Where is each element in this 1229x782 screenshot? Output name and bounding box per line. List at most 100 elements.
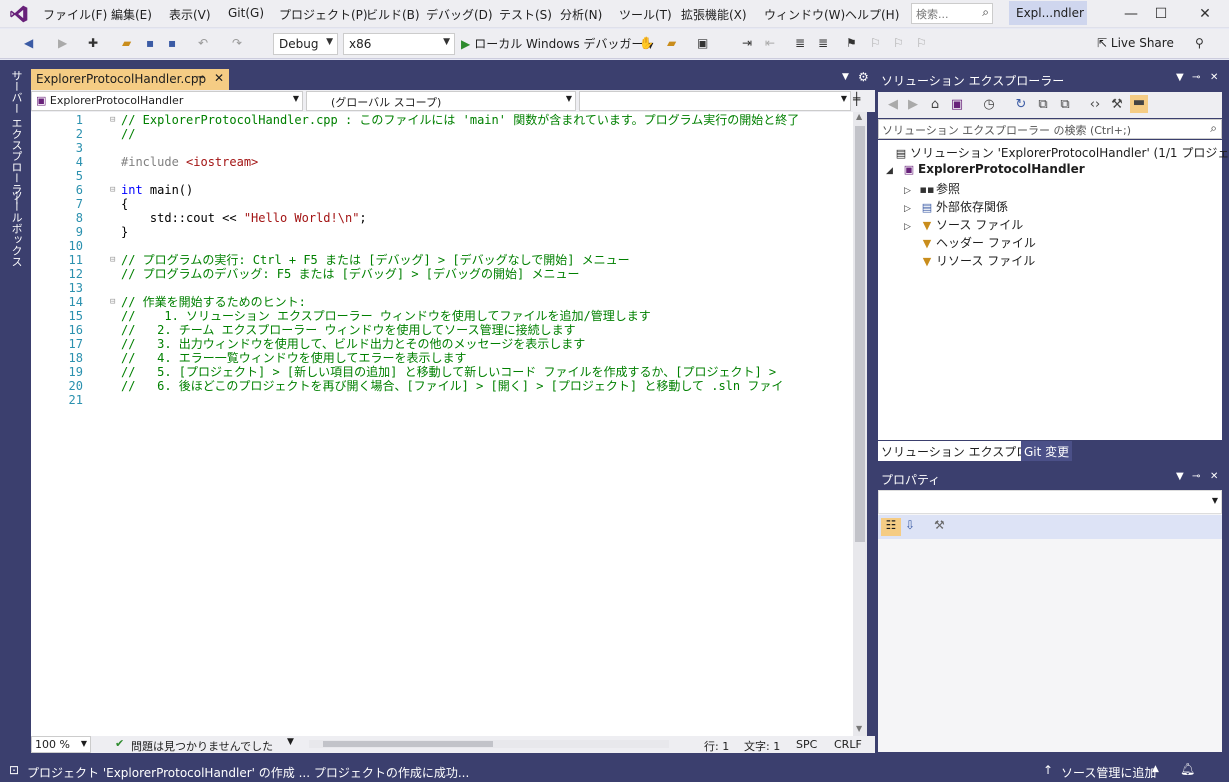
notification-bell-icon[interactable]: 🔔︎ [1180, 762, 1195, 776]
spacing-mode[interactable]: SPC [796, 738, 817, 751]
source-control-button[interactable]: ソース管理に追加 [1061, 764, 1156, 781]
expanded-arrow-icon[interactable]: ◢ [886, 166, 900, 176]
server-explorer-tab[interactable]: サーバー エクスプローラー [8, 70, 24, 206]
bookmark-icon[interactable]: ⚑ [846, 36, 857, 50]
pin-icon[interactable]: ⊸ [1192, 471, 1200, 482]
menu-item[interactable]: ウィンドウ(W) [764, 6, 845, 23]
menu-item[interactable]: 拡張機能(X) [681, 6, 747, 23]
solution-node[interactable]: ▤ ソリューション 'ExplorerProtocolHandler' (1/1 … [892, 144, 1229, 161]
forward-icon[interactable]: ▶ [904, 97, 922, 112]
pin-icon[interactable]: ⊸ [1192, 72, 1200, 83]
properties-wrench-icon[interactable]: ⚒ [1108, 97, 1126, 112]
menu-item[interactable]: ツール(T) [619, 6, 672, 23]
align-icon[interactable]: ⇥ [742, 36, 752, 50]
pin-icon[interactable]: ⊸ [196, 72, 204, 83]
maximize-button[interactable]: ☐ [1146, 3, 1176, 25]
config-select[interactable]: Debug ▼ [273, 33, 338, 55]
save-all-icon[interactable]: ▪ [168, 36, 176, 50]
hscroll-thumb[interactable] [323, 741, 493, 747]
fold-toggle-icon[interactable]: ⊟ [110, 183, 115, 197]
alphabetical-icon[interactable]: ⇩ [905, 518, 915, 532]
tab-git-changes[interactable]: Git 変更 [1021, 441, 1073, 461]
expand-arrow-icon[interactable]: ▷ [904, 186, 918, 196]
dropdown-icon[interactable]: ▼ [1176, 72, 1184, 83]
code-line[interactable]: // 作業を開始するためのヒント: [121, 295, 306, 309]
code-line[interactable]: // ExplorerProtocolHandler.cpp : このファイルに… [121, 113, 799, 127]
scroll-up-icon[interactable]: ▲ [856, 112, 862, 121]
code-line[interactable]: // 3. 出力ウィンドウを使用して、ビルド出力とその他のメッセージを表示します [121, 337, 585, 351]
issues-label[interactable]: 問題は見つかりませんでした [131, 738, 273, 754]
feedback-icon[interactable]: ⚲ [1195, 36, 1204, 50]
code-line[interactable]: // プログラムの実行: Ctrl + F5 または [デバッグ] > [デバッ… [121, 253, 630, 267]
close-icon[interactable]: ✕ [1210, 471, 1218, 482]
line-ending[interactable]: CRLF [834, 738, 862, 751]
minimize-button[interactable]: — [1116, 3, 1146, 25]
menu-item[interactable]: ヘルプ(H) [845, 6, 899, 23]
menu-item[interactable]: デバッグ(D) [426, 6, 493, 23]
tree-item[interactable]: ▼ リソース ファイル [904, 252, 1035, 269]
expand-arrow-icon[interactable]: ▷ [904, 222, 918, 232]
fold-toggle-icon[interactable]: ⊟ [110, 253, 115, 267]
expand-arrow-icon[interactable]: ▷ [904, 204, 918, 214]
code-line[interactable]: } [121, 225, 128, 239]
history-icon[interactable]: ◷ [980, 97, 998, 112]
fold-toggle-icon[interactable]: ⊟ [110, 113, 115, 127]
forward-icon[interactable]: ▶ [58, 36, 67, 50]
preview-selected-icon[interactable]: ▬ [1130, 95, 1148, 113]
code-line[interactable]: int main() [121, 183, 193, 197]
scope-nav-select[interactable]: (グローバル スコープ) ▼ [306, 91, 576, 111]
editor-tab[interactable]: ExplorerProtocolHandler.cpp ⊸ ✕ [31, 69, 229, 90]
issues-dropdown-icon[interactable]: ▼ [287, 737, 294, 747]
member-nav-select[interactable]: ▼ [579, 91, 851, 111]
switch-view-icon[interactable]: ▣ [948, 97, 966, 112]
save-icon[interactable]: ▪ [146, 36, 154, 50]
start-debugging-button[interactable]: ▶ ローカル Windows デバッガー ▼ [461, 35, 653, 52]
close-button[interactable]: ✕ [1190, 3, 1220, 25]
tree-item[interactable]: ▷ ▼ ソース ファイル [904, 216, 1023, 233]
home-icon[interactable]: ⌂ [926, 97, 944, 112]
code-line[interactable]: { [121, 197, 128, 211]
back-icon[interactable]: ◀ [24, 36, 33, 50]
visual-studio-logo-icon[interactable] [8, 4, 30, 24]
code-line[interactable]: // 2. チーム エクスプローラー ウィンドウを使用してソース管理に接続します [121, 323, 576, 337]
redo-icon[interactable]: ↷ [232, 36, 242, 50]
code-line[interactable]: // 5. [プロジェクト] > [新しい項目の追加] と移動して新しいコード … [121, 365, 776, 379]
open-folder-icon[interactable]: ▰ [122, 36, 131, 50]
search-box[interactable]: 検索... ⌕ [911, 3, 993, 24]
code-line[interactable]: #include <iostream> [121, 155, 258, 169]
tree-item[interactable]: ▼ ヘッダー ファイル [904, 234, 1036, 251]
source-control-dropdown-icon[interactable]: ▲ [1152, 764, 1159, 774]
solution-explorer-search[interactable]: ソリューション エクスプローラー の検索 (Ctrl+;) ⌕ [878, 119, 1222, 139]
menu-item[interactable]: テスト(S) [499, 6, 552, 23]
view-code-icon[interactable]: ‹› [1086, 97, 1104, 112]
project-node[interactable]: ◢ ▣ ExplorerProtocolHandler [886, 162, 1085, 176]
horizontal-scrollbar[interactable] [309, 740, 669, 748]
folder-icon[interactable]: ▰ [667, 36, 676, 50]
comment-icon[interactable]: ≣ [795, 36, 805, 50]
new-project-icon[interactable]: ✚ [88, 36, 98, 50]
bookmark-prev-icon[interactable]: ⚐ [870, 36, 881, 50]
code-line[interactable]: std::cout << "Hello World!\n"; [121, 211, 367, 225]
scroll-down-icon[interactable]: ▼ [856, 724, 862, 733]
code-line[interactable]: // プログラムのデバッグ: F5 または [デバッグ] > [デバッグの開始]… [121, 267, 579, 281]
categorized-icon[interactable]: ☷ [881, 518, 901, 536]
collapse-all-icon[interactable]: ⧉ [1034, 97, 1052, 112]
properties-object-select[interactable]: ▼ [878, 490, 1222, 514]
platform-select[interactable]: x86 ▼ [343, 33, 455, 55]
menu-item[interactable]: 編集(E) [111, 6, 152, 23]
dropdown-icon[interactable]: ▼ [1176, 471, 1184, 482]
fold-toggle-icon[interactable]: ⊟ [110, 295, 115, 309]
undo-icon[interactable]: ↶ [198, 36, 208, 50]
zoom-select[interactable]: 100 % ▼ [31, 736, 91, 753]
menu-item[interactable]: プロジェクト(P) [279, 6, 368, 23]
code-line[interactable]: // 1. ソリューション エクスプローラー ウィンドウを使用してファイルを追加… [121, 309, 651, 323]
refresh-icon[interactable]: ↻ [1012, 97, 1030, 112]
outdent-icon[interactable]: ⇤ [765, 36, 775, 50]
close-icon[interactable]: ✕ [1210, 72, 1218, 83]
tree-item[interactable]: ▷ ▪▪ 参照 [904, 180, 960, 197]
project-nav-select[interactable]: ▣ ExplorerProtocolHandler ▼ [31, 91, 303, 111]
screen-icon[interactable]: ▣ [697, 36, 708, 50]
menu-item[interactable]: 分析(N) [560, 6, 602, 23]
menu-item[interactable]: 表示(V) [169, 6, 211, 23]
menu-item[interactable]: Git(G) [228, 6, 264, 20]
